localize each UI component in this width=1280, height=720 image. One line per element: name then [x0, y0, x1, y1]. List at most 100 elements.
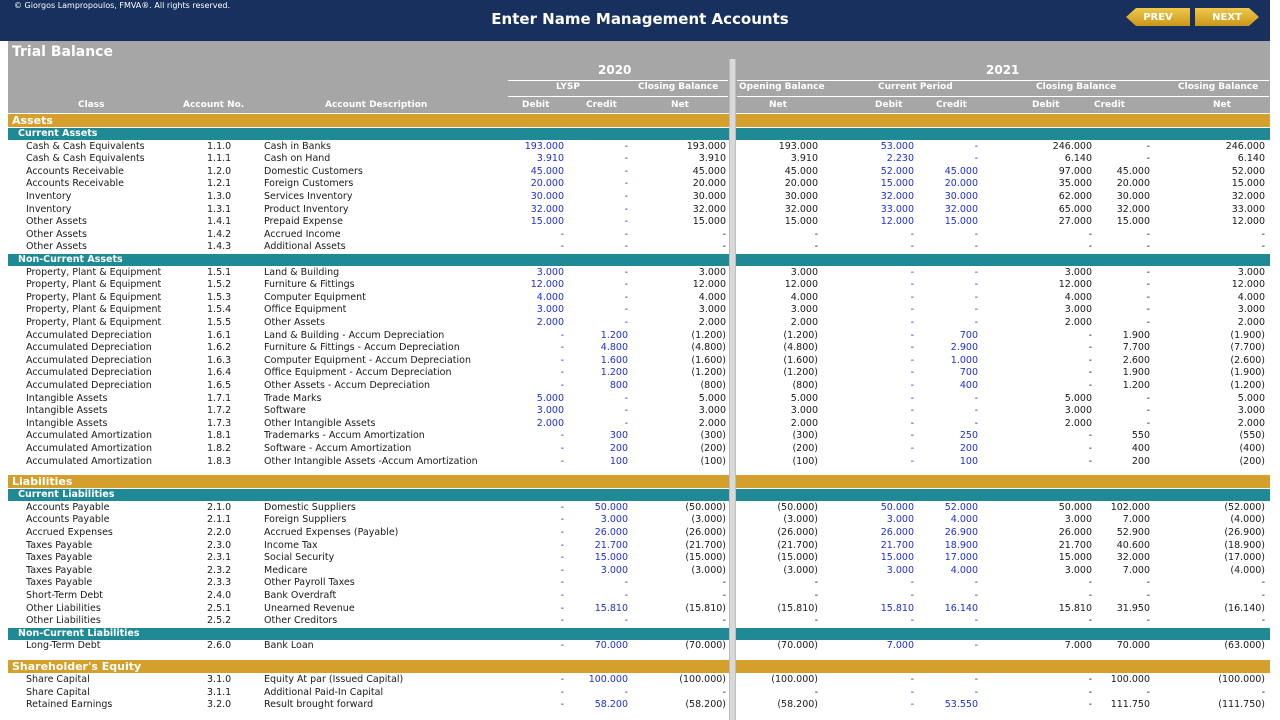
value-cell[interactable]: - — [888, 229, 978, 242]
value-cell[interactable]: 100.000 — [538, 674, 628, 687]
value-cell[interactable]: - — [888, 267, 978, 280]
value-cell[interactable]: 15.000 — [538, 552, 628, 565]
description-cell: Land & Building — [264, 266, 340, 278]
value-cell[interactable]: - — [888, 279, 978, 292]
value-cell[interactable]: - — [888, 153, 978, 166]
value-cell[interactable]: - — [888, 317, 978, 330]
value-cell[interactable]: - — [888, 590, 978, 603]
value-cell[interactable]: 58.200 — [538, 699, 628, 712]
description-cell: Trade Marks — [264, 392, 322, 404]
description-cell: Cash on Hand — [264, 153, 331, 165]
value-cell[interactable]: 4.000 — [888, 514, 978, 527]
value-cell[interactable]: 3.000 — [538, 514, 628, 527]
value-cell[interactable]: 18.900 — [888, 540, 978, 553]
value-cell[interactable]: - — [888, 405, 978, 418]
value-cell[interactable]: 100 — [538, 456, 628, 469]
value-cell[interactable]: 300 — [538, 430, 628, 443]
table-row: Accumulated Depreciation 1.6.2 Furniture &… — [8, 342, 1270, 355]
value-cell: 30.000 — [692, 191, 726, 202]
value-cell: - — [814, 615, 818, 627]
value-cell[interactable]: - — [538, 687, 628, 700]
value-cell: - — [722, 686, 726, 698]
class-cell: Intangible Assets — [26, 417, 108, 429]
value-cell[interactable]: - — [888, 418, 978, 431]
value-cell[interactable]: - — [888, 141, 978, 154]
value-cell[interactable]: 16.140 — [888, 603, 978, 616]
value-cell[interactable]: 26.000 — [538, 527, 628, 540]
value-cell[interactable]: - — [888, 674, 978, 687]
value-cell[interactable]: 20.000 — [888, 178, 978, 191]
value-cell[interactable]: 26.900 — [888, 527, 978, 540]
class-cell: Property, Plant & Equipment — [26, 279, 162, 291]
value-cell[interactable]: - — [888, 640, 978, 653]
value-cell[interactable]: 52.000 — [888, 502, 978, 515]
value-cell[interactable]: 50.000 — [538, 502, 628, 515]
value-cell[interactable]: - — [888, 393, 978, 406]
value-cell[interactable]: - — [538, 317, 628, 330]
value-cell: 32.000 — [784, 203, 818, 215]
value-cell[interactable]: 70.000 — [538, 640, 628, 653]
value-cell[interactable]: - — [538, 304, 628, 317]
value-cell: 1.200 — [1122, 380, 1150, 391]
prev-button[interactable]: PREV — [1126, 8, 1190, 26]
value-cell[interactable]: 30.000 — [888, 191, 978, 204]
value-cell[interactable]: 1.600 — [538, 355, 628, 368]
value-cell[interactable]: 200 — [538, 443, 628, 456]
value-cell: 246.000 — [1225, 140, 1265, 152]
value-cell[interactable]: 400 — [888, 380, 978, 393]
value-cell[interactable]: 2.900 — [888, 342, 978, 355]
value-cell[interactable]: 100 — [888, 456, 978, 469]
value-cell[interactable]: 4.800 — [538, 342, 628, 355]
value-cell[interactable]: - — [888, 304, 978, 317]
value-cell[interactable]: 17.000 — [888, 552, 978, 565]
value-cell[interactable]: - — [538, 577, 628, 590]
table-row: Inventory 1.3.0 Services Inventory 30.000 - 3… — [8, 191, 1270, 204]
value-cell[interactable]: 800 — [538, 380, 628, 393]
closing-2020-net-header: Net — [671, 100, 689, 110]
value-cell[interactable]: - — [538, 166, 628, 179]
value-cell[interactable]: - — [538, 191, 628, 204]
value-cell[interactable]: - — [538, 418, 628, 431]
value-cell[interactable]: - — [538, 153, 628, 166]
value-cell[interactable]: 700 — [888, 330, 978, 343]
value-cell[interactable]: - — [538, 204, 628, 217]
description-cell: Other Assets — [264, 317, 325, 328]
value-cell[interactable]: 1.200 — [538, 330, 628, 343]
value-cell[interactable]: - — [888, 241, 978, 254]
value-cell[interactable]: 4.000 — [888, 565, 978, 578]
value-cell[interactable]: - — [538, 178, 628, 191]
value-cell[interactable]: - — [538, 590, 628, 603]
value-cell[interactable]: 15.810 — [538, 603, 628, 616]
value-cell[interactable]: 250 — [888, 430, 978, 443]
value-cell[interactable]: - — [538, 241, 628, 254]
value-cell[interactable]: - — [888, 292, 978, 305]
value-cell[interactable]: - — [538, 393, 628, 406]
value-cell[interactable]: 32.000 — [888, 204, 978, 217]
class-cell: Other Assets — [26, 228, 87, 240]
value-cell[interactable]: 3.000 — [538, 565, 628, 578]
lysp-debit-header: Debit — [522, 100, 550, 110]
value-cell[interactable]: 200 — [888, 443, 978, 456]
value-cell[interactable]: 1.200 — [538, 367, 628, 380]
value-cell[interactable]: 15.000 — [888, 216, 978, 229]
value-cell[interactable]: - — [538, 615, 628, 628]
value-cell[interactable]: - — [538, 229, 628, 242]
value-cell[interactable]: - — [538, 405, 628, 418]
value-cell[interactable]: - — [538, 141, 628, 154]
description-cell: Additional Assets — [264, 241, 346, 253]
value-cell[interactable]: 45.000 — [888, 166, 978, 179]
value-cell[interactable]: - — [888, 615, 978, 628]
value-cell[interactable]: - — [538, 292, 628, 305]
value-cell[interactable]: - — [888, 687, 978, 700]
next-button[interactable]: NEXT — [1195, 8, 1259, 26]
value-cell: 5.000 — [1237, 392, 1265, 404]
value-cell: (52.000) — [1224, 501, 1265, 513]
value-cell[interactable]: - — [538, 267, 628, 280]
value-cell[interactable]: - — [888, 577, 978, 590]
value-cell[interactable]: 21.700 — [538, 540, 628, 553]
value-cell[interactable]: 700 — [888, 367, 978, 380]
value-cell[interactable]: - — [538, 279, 628, 292]
value-cell[interactable]: 1.000 — [888, 355, 978, 368]
value-cell[interactable]: - — [538, 216, 628, 229]
value-cell[interactable]: 53.550 — [888, 699, 978, 712]
